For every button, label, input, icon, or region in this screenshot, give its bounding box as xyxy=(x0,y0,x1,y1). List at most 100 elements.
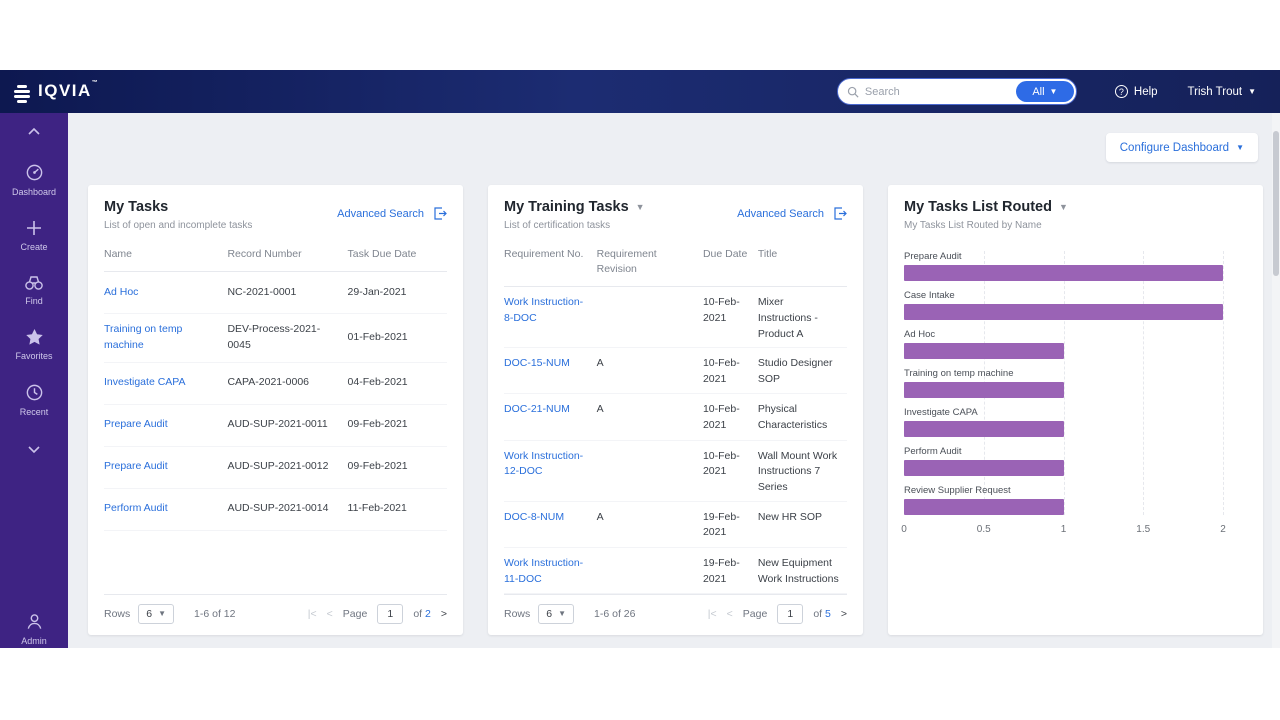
task-link[interactable]: Perform Audit xyxy=(104,502,168,514)
chevron-down-icon: ▼ xyxy=(158,610,166,618)
page-label: Page xyxy=(343,608,368,620)
column-header-requirement-no: Requirement No. xyxy=(504,247,597,277)
bar-label: Training on temp machine xyxy=(904,368,1223,379)
chart-bar-group: Investigate CAPA xyxy=(904,407,1223,437)
bar-label: Review Supplier Request xyxy=(904,485,1223,496)
brand-name: IQVIA™ xyxy=(38,81,99,101)
sidebar-item-recent[interactable]: Recent xyxy=(0,383,68,417)
sidebar-scroll-down[interactable] xyxy=(27,441,41,459)
record-number-cell: AUD-SUP-2021-0014 xyxy=(227,501,347,517)
record-number-cell: AUD-SUP-2021-0012 xyxy=(227,459,347,475)
export-icon[interactable] xyxy=(433,207,447,220)
card-title-dropdown[interactable]: My Training Tasks ▼ xyxy=(504,199,645,215)
table-row: Ad Hoc NC-2021-0001 29-Jan-2021 xyxy=(104,272,447,314)
search-scope-button[interactable]: All▼ xyxy=(1016,81,1074,102)
requirement-link[interactable]: DOC-8-NUM xyxy=(504,511,564,523)
iqvia-logo[interactable]: IQVIA™ xyxy=(14,81,99,103)
export-icon[interactable] xyxy=(833,207,847,220)
task-link[interactable]: Investigate CAPA xyxy=(104,376,186,388)
task-link[interactable]: Prepare Audit xyxy=(104,460,168,472)
of-label: of 5 xyxy=(813,608,831,620)
due-date-cell: 19-Feb-2021 xyxy=(703,510,758,542)
task-link[interactable]: Ad Hoc xyxy=(104,286,138,298)
next-page-button[interactable]: > xyxy=(441,608,447,620)
vertical-scrollbar xyxy=(1272,113,1280,648)
record-number-cell: NC-2021-0001 xyxy=(227,285,347,301)
due-date-cell: 09-Feb-2021 xyxy=(348,459,447,475)
sidebar-item-dashboard[interactable]: Dashboard xyxy=(0,163,68,197)
requirement-link[interactable]: Work Instruction-12-DOC xyxy=(504,450,583,478)
advanced-search-link[interactable]: Advanced Search xyxy=(337,208,424,220)
my-training-tasks-card: My Training Tasks ▼ List of certificatio… xyxy=(488,185,863,635)
card-subtitle: List of certification tasks xyxy=(504,220,645,231)
task-link[interactable]: Training on temp machine xyxy=(104,323,182,351)
axis-tick: 0.5 xyxy=(977,524,991,535)
bar[interactable] xyxy=(904,265,1223,281)
table-header: Requirement No. Requirement Revision Due… xyxy=(504,239,847,287)
record-number-cell: DEV-Process-2021-0045 xyxy=(227,322,347,354)
bar[interactable] xyxy=(904,382,1064,398)
search-input[interactable] xyxy=(865,86,995,98)
page-label: Page xyxy=(743,608,768,620)
sidebar-item-favorites[interactable]: Favorites xyxy=(0,328,68,361)
title-cell: Physical Characteristics xyxy=(758,402,847,434)
axis-tick: 0 xyxy=(901,524,907,535)
search-icon xyxy=(847,86,859,98)
help-icon: ? xyxy=(1115,85,1128,98)
table-header: Name Record Number Task Due Date xyxy=(104,239,447,272)
scrollbar-thumb[interactable] xyxy=(1273,131,1279,276)
advanced-search-link[interactable]: Advanced Search xyxy=(737,208,824,220)
bar-label: Case Intake xyxy=(904,290,1223,301)
bar[interactable] xyxy=(904,499,1064,515)
requirement-link[interactable]: Work Instruction-11-DOC xyxy=(504,557,583,585)
requirement-link[interactable]: DOC-21-NUM xyxy=(504,403,570,415)
bar[interactable] xyxy=(904,421,1064,437)
help-button[interactable]: ? Help xyxy=(1115,85,1158,98)
sidebar-label: Find xyxy=(25,296,43,306)
due-date-cell: 10-Feb-2021 xyxy=(703,402,758,434)
first-page-button[interactable]: |< xyxy=(708,608,717,620)
table-row: DOC-21-NUM A 10-Feb-2021 Physical Charac… xyxy=(504,394,847,440)
bar-label: Perform Audit xyxy=(904,446,1223,457)
next-page-button[interactable]: > xyxy=(841,608,847,620)
first-page-button[interactable]: |< xyxy=(308,608,317,620)
page-input[interactable] xyxy=(777,604,803,624)
rows-per-page-select[interactable]: 6▼ xyxy=(138,604,174,624)
column-header-title: Title xyxy=(758,247,847,277)
axis-tick: 1 xyxy=(1061,524,1067,535)
sidebar-item-find[interactable]: Find xyxy=(0,274,68,306)
user-menu[interactable]: Trish Trout ▼ xyxy=(1188,86,1256,98)
page-input[interactable] xyxy=(377,604,403,624)
sidebar-item-admin[interactable]: Admin xyxy=(0,612,68,646)
title-cell: Studio Designer SOP xyxy=(758,356,847,388)
sidebar-item-create[interactable]: Create xyxy=(0,219,68,252)
rows-per-page-select[interactable]: 6▼ xyxy=(538,604,574,624)
row-range: 1-6 of 26 xyxy=(594,608,635,620)
bar[interactable] xyxy=(904,304,1223,320)
bar[interactable] xyxy=(904,343,1064,359)
bar[interactable] xyxy=(904,460,1064,476)
star-icon xyxy=(25,328,44,346)
column-header-task-due-date: Task Due Date xyxy=(348,247,447,262)
requirement-link[interactable]: Work Instruction-8-DOC xyxy=(504,296,583,324)
help-label: Help xyxy=(1134,86,1158,98)
table-row: Work Instruction-11-DOC 19-Feb-2021 New … xyxy=(504,548,847,594)
sidebar-scroll-up[interactable] xyxy=(27,123,41,141)
of-label: of 2 xyxy=(413,608,431,620)
chevron-down-icon: ▼ xyxy=(1248,88,1256,96)
table-row: Prepare Audit AUD-SUP-2021-0012 09-Feb-2… xyxy=(104,447,447,489)
configure-dashboard-button[interactable]: Configure Dashboard ▼ xyxy=(1106,133,1258,162)
total-pages: 5 xyxy=(825,608,831,620)
revision-cell: A xyxy=(597,510,703,526)
app-screen: IQVIA™ All▼ ? Help Trish Trout ▼ xyxy=(0,0,1280,720)
requirement-link[interactable]: DOC-15-NUM xyxy=(504,357,570,369)
title-cell: Wall Mount Work Instructions 7 Series xyxy=(758,449,847,496)
binoculars-icon xyxy=(24,274,44,291)
chart-bar-group: Perform Audit xyxy=(904,446,1223,476)
task-link[interactable]: Prepare Audit xyxy=(104,418,168,430)
previous-page-button[interactable]: < xyxy=(327,608,333,620)
card-title-dropdown[interactable]: My Tasks List Routed ▼ xyxy=(904,199,1068,215)
chevron-down-icon: ▼ xyxy=(558,610,566,618)
previous-page-button[interactable]: < xyxy=(727,608,733,620)
table-row: Work Instruction-12-DOC 10-Feb-2021 Wall… xyxy=(504,441,847,502)
